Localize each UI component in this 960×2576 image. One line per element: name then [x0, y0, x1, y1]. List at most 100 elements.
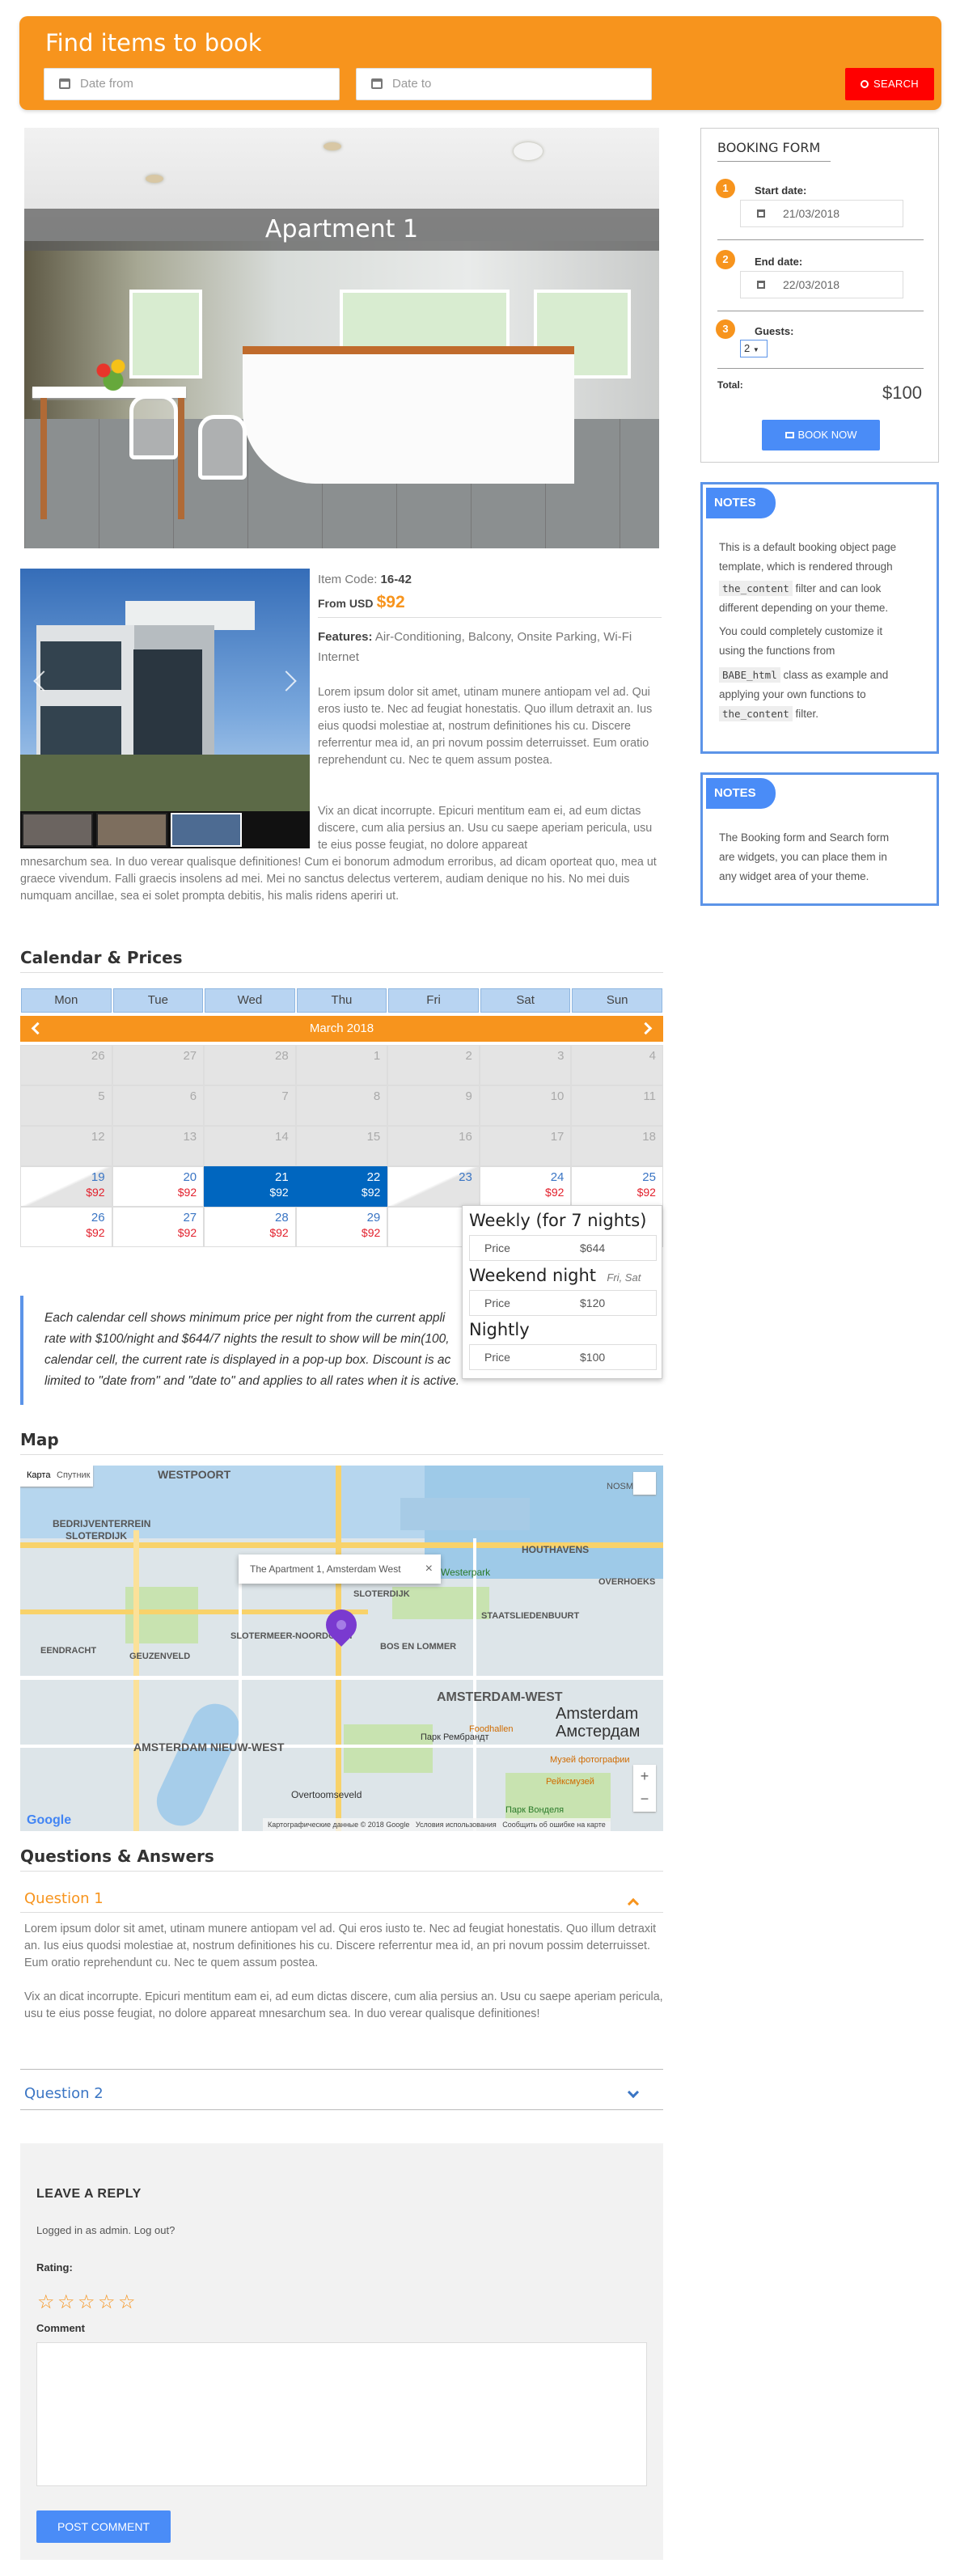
map-view[interactable]: Карта Спутник WESTPOORT BEDRIJVENTERREIN… [20, 1466, 663, 1831]
item-code: Item Code: 16-42 [318, 573, 412, 586]
chevron-down-icon[interactable] [627, 2086, 640, 2099]
calendar-day-cell[interactable]: 19 $92 [20, 1166, 112, 1207]
map-type-map[interactable]: Карта [27, 1470, 50, 1480]
star-icon[interactable]: ☆ [98, 2290, 116, 2314]
calendar-day-cell: 16 [387, 1126, 480, 1166]
map-label: Рейксмузей [546, 1777, 594, 1787]
calendar-day-number: 9 [465, 1089, 472, 1103]
date-from-placeholder: Date from [80, 77, 133, 91]
day-header: Sat [480, 988, 571, 1013]
chevron-up-icon[interactable] [627, 1897, 640, 1910]
calendar-day-number: 25 [642, 1170, 656, 1184]
calendar-day-cell: 6 [112, 1085, 205, 1126]
calendar-day-cell: 2 [387, 1045, 480, 1085]
notes-tag: NOTES [706, 488, 776, 518]
notes-text: BABE_html class as example and [719, 666, 888, 685]
google-logo: Google [27, 1813, 72, 1827]
gallery-thumb[interactable] [96, 813, 167, 847]
date-to-placeholder: Date to [392, 77, 432, 91]
weekend-price-row: Price $120 [469, 1290, 657, 1316]
map-label: BOS EN LOMMER [380, 1642, 457, 1652]
step-3-badge: 3 [716, 319, 735, 339]
search-button[interactable]: SEARCH [845, 68, 934, 100]
notes-text: the_content filter. [719, 704, 818, 724]
calendar-day-cell: 26 [20, 1045, 112, 1085]
calendar-day-cell[interactable]: 23 [387, 1166, 480, 1207]
calendar-day-price: $92 [361, 1226, 381, 1239]
page: Find items to book Date from Date to SEA… [0, 0, 960, 2576]
map-label: AMSTERDAM-WEST [437, 1690, 563, 1704]
guests-select[interactable]: 2 ▼ [740, 340, 768, 357]
post-comment-button[interactable]: POST COMMENT [36, 2510, 171, 2543]
calendar-day-number: 19 [91, 1170, 105, 1184]
calendar-day-cell: 11 [571, 1085, 663, 1126]
month-bar: March 2018 [20, 1016, 663, 1042]
map-label: Westerpark [441, 1567, 491, 1578]
booking-title: BOOKING FORM [717, 140, 821, 155]
calendar-day-cell: 7 [204, 1085, 296, 1126]
calendar-day-cell[interactable]: 21 $92 [204, 1166, 296, 1207]
gallery-thumb[interactable] [22, 813, 93, 847]
close-icon[interactable]: × [425, 1554, 433, 1584]
date-from-input[interactable]: Date from [44, 68, 340, 100]
calendar-day-cell[interactable]: 28 $92 [204, 1207, 296, 1247]
star-icon[interactable]: ☆ [118, 2290, 136, 2314]
gallery-thumb[interactable] [171, 813, 242, 847]
logged-in-text[interactable]: Logged in as admin. Log out? [36, 2224, 175, 2236]
image-gallery [20, 569, 310, 848]
hero-image: Apartment 1 [24, 128, 659, 548]
calendar-day-number: 12 [91, 1130, 105, 1144]
calendar-day-number: 17 [550, 1130, 565, 1144]
map-label: SLOTERDIJK [353, 1589, 410, 1599]
map-label: WESTPOORT [158, 1468, 231, 1481]
star-icon[interactable]: ☆ [37, 2290, 55, 2314]
answer-1-2: Vix an dicat incorrupte. Epicuri mentitu… [24, 1990, 663, 2020]
book-now-button[interactable]: BOOK NOW [762, 420, 880, 450]
calendar-day-cell[interactable]: 29 $92 [295, 1207, 388, 1247]
calendar-day-number: 16 [459, 1130, 472, 1144]
terms-link[interactable]: Условия использования [416, 1821, 497, 1829]
calendar-icon [757, 209, 765, 218]
calendar-day-number: 14 [275, 1130, 289, 1144]
notes-text: template, which is rendered through [719, 560, 893, 573]
comment-textarea[interactable] [36, 2342, 647, 2486]
calendar-day-cell[interactable]: 22 $92 [295, 1166, 388, 1207]
map-label: Амстердам [556, 1723, 641, 1741]
question-2-toggle[interactable]: Question 2 [24, 2085, 104, 2102]
calendar-day-price: $92 [636, 1186, 656, 1199]
zoom-control[interactable]: + − [633, 1765, 656, 1812]
calendar-day-number: 10 [550, 1089, 565, 1103]
question-1-toggle[interactable]: Question 1 [24, 1890, 104, 1907]
start-date-input[interactable]: 21/03/2018 [740, 200, 903, 227]
map-label: Музей фотографии [550, 1755, 630, 1765]
calendar-day-cell[interactable]: 20 $92 [112, 1166, 205, 1207]
star-icon[interactable]: ☆ [57, 2290, 75, 2314]
calendar-icon [59, 78, 70, 89]
comment-label: Comment [36, 2322, 85, 2334]
report-link[interactable]: Сообщить об ошибке на карте [502, 1821, 605, 1829]
calendar-day-price: $92 [361, 1186, 381, 1199]
star-icon[interactable]: ☆ [78, 2290, 95, 2314]
item-price: From USD $92 [318, 593, 405, 611]
map-title: Map [20, 1430, 59, 1449]
calendar-day-cell[interactable]: 25 $92 [571, 1166, 663, 1207]
calendar-day-price: $92 [545, 1186, 565, 1199]
map-type-satellite[interactable]: Спутник [57, 1470, 90, 1480]
end-date-input[interactable]: 22/03/2018 [740, 271, 903, 298]
prev-month-icon[interactable] [31, 1022, 44, 1035]
day-header: Tue [112, 988, 204, 1013]
calendar-day-number: 21 [275, 1170, 289, 1184]
map-label: BEDRIJVENTERREIN [53, 1518, 151, 1529]
fullscreen-icon[interactable] [633, 1472, 656, 1495]
calendar-day-cell: 15 [295, 1126, 388, 1166]
calendar-day-cell[interactable]: 27 $92 [112, 1207, 205, 1247]
calendar-day-number: 1 [373, 1049, 381, 1063]
next-month-icon[interactable] [639, 1022, 653, 1035]
calendar-day-number: 3 [557, 1049, 565, 1063]
item-features: Features: Air-Conditioning, Balcony, Ons… [318, 630, 632, 664]
calendar-day-number: 22 [366, 1170, 381, 1184]
date-to-input[interactable]: Date to [356, 68, 652, 100]
calendar-day-cell[interactable]: 24 $92 [479, 1166, 572, 1207]
calendar-day-price: $92 [86, 1226, 105, 1239]
calendar-day-cell[interactable]: 26 $92 [20, 1207, 112, 1247]
